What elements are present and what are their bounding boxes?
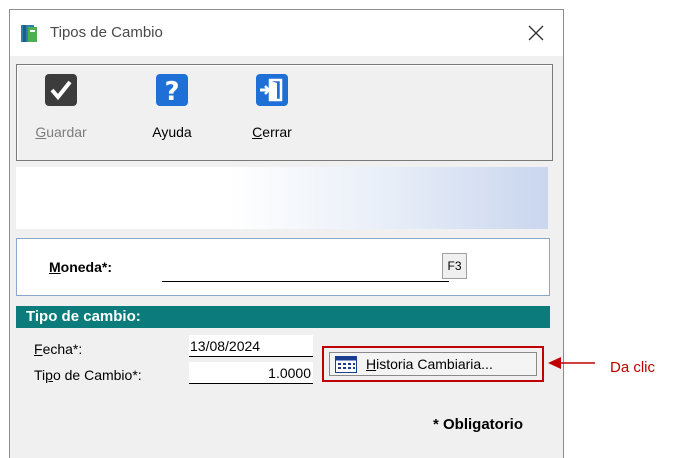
svg-text:?: ?: [164, 77, 179, 107]
moneda-input[interactable]: [162, 253, 449, 282]
historia-cambiaria-label: Historia Cambiaria...: [366, 356, 493, 372]
toolbar: Guardar ? Ayuda Cerrar: [16, 64, 553, 161]
exit-door-icon: [256, 74, 288, 106]
annotation-callout: Da clic: [610, 359, 656, 376]
moneda-label: Moneda*:: [49, 259, 113, 275]
historia-cambiaria-button[interactable]: Historia Cambiaria...: [329, 352, 537, 376]
cerrar-button[interactable]: Cerrar: [237, 73, 307, 155]
guardar-label: Guardar: [35, 124, 87, 140]
guardar-button[interactable]: Guardar: [26, 73, 96, 155]
required-note: * Obligatorio: [433, 416, 523, 433]
fecha-label: Fecha*:: [34, 341, 83, 357]
tipo-cambio-section-header: Tipo de cambio:: [16, 306, 550, 328]
tipo-de-cambio-input[interactable]: [189, 362, 313, 384]
close-icon[interactable]: [523, 20, 549, 46]
cerrar-label: Cerrar: [252, 124, 292, 140]
app-book-icon: [21, 25, 37, 42]
checkmark-icon: [45, 74, 77, 106]
ayuda-label: Ayuda: [152, 124, 192, 140]
help-question-icon: ?: [156, 74, 188, 107]
ayuda-button[interactable]: ? Ayuda: [137, 73, 207, 155]
header-banner: [16, 167, 548, 229]
fecha-input[interactable]: [189, 335, 313, 357]
tipo-de-cambio-label: Tipo de Cambio*:: [34, 367, 142, 383]
tipos-de-cambio-window: Tipos de Cambio Guardar ? Ayuda Cerrar M…: [9, 9, 564, 458]
annotation-arrow-icon: [548, 357, 595, 369]
moneda-lookup-button[interactable]: F3: [442, 253, 467, 279]
moneda-panel: Moneda*: F3: [16, 238, 550, 296]
title-bar: Tipos de Cambio: [10, 10, 563, 56]
window-title: Tipos de Cambio: [50, 24, 163, 41]
calendar-icon: [335, 356, 357, 373]
historia-highlight: Historia Cambiaria...: [322, 346, 544, 382]
